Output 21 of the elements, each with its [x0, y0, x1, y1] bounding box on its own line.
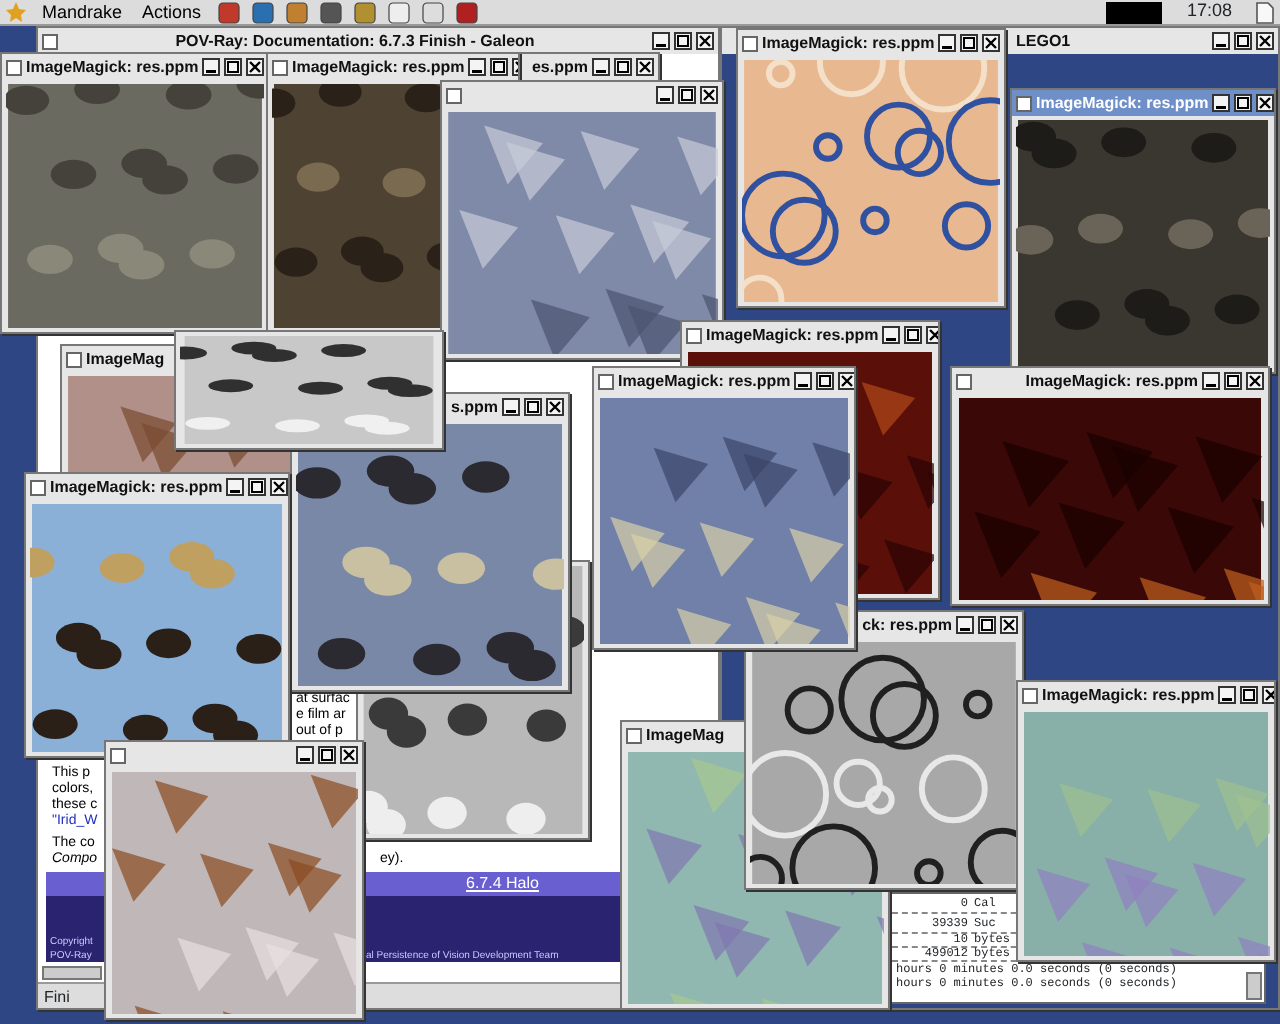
- window-title: ImageMagick: res.ppm: [706, 326, 879, 344]
- window-title: LEGO1: [1016, 32, 1071, 50]
- window-title: ImageMag: [86, 350, 165, 368]
- window-title: ImageMagick: res.ppm: [292, 58, 465, 76]
- window-title: ImageMagick: res.ppm: [26, 58, 199, 76]
- window-title: ImageMagick: res.ppm: [618, 372, 791, 390]
- nav-link[interactable]: 6.7.4 Halo: [466, 874, 539, 894]
- window-title: es.ppm: [531, 58, 588, 76]
- status-text: Fini: [42, 988, 70, 1006]
- window-title: ImageMagick: res.ppm: [1042, 686, 1215, 704]
- clock: 17:08: [1184, 0, 1234, 25]
- window-title: s.ppm: [450, 398, 498, 416]
- window-title: ImageMagick: res.ppm: [1036, 94, 1209, 112]
- window-title: ImageMagick: res.ppm: [1025, 372, 1198, 390]
- window-title: ImageMag: [646, 726, 725, 744]
- panel-menu[interactable]: Mandrake: [38, 1, 127, 23]
- window-title: POV-Ray: Documentation: 6.7.3 Finish - Galeon: [175, 32, 535, 50]
- panel-menu[interactable]: Actions: [138, 1, 206, 23]
- window-title: ck: res.ppm: [862, 616, 952, 634]
- window-title: ImageMagick: res.ppm: [50, 478, 223, 496]
- window-title: ImageMagick: res.ppm: [762, 34, 935, 52]
